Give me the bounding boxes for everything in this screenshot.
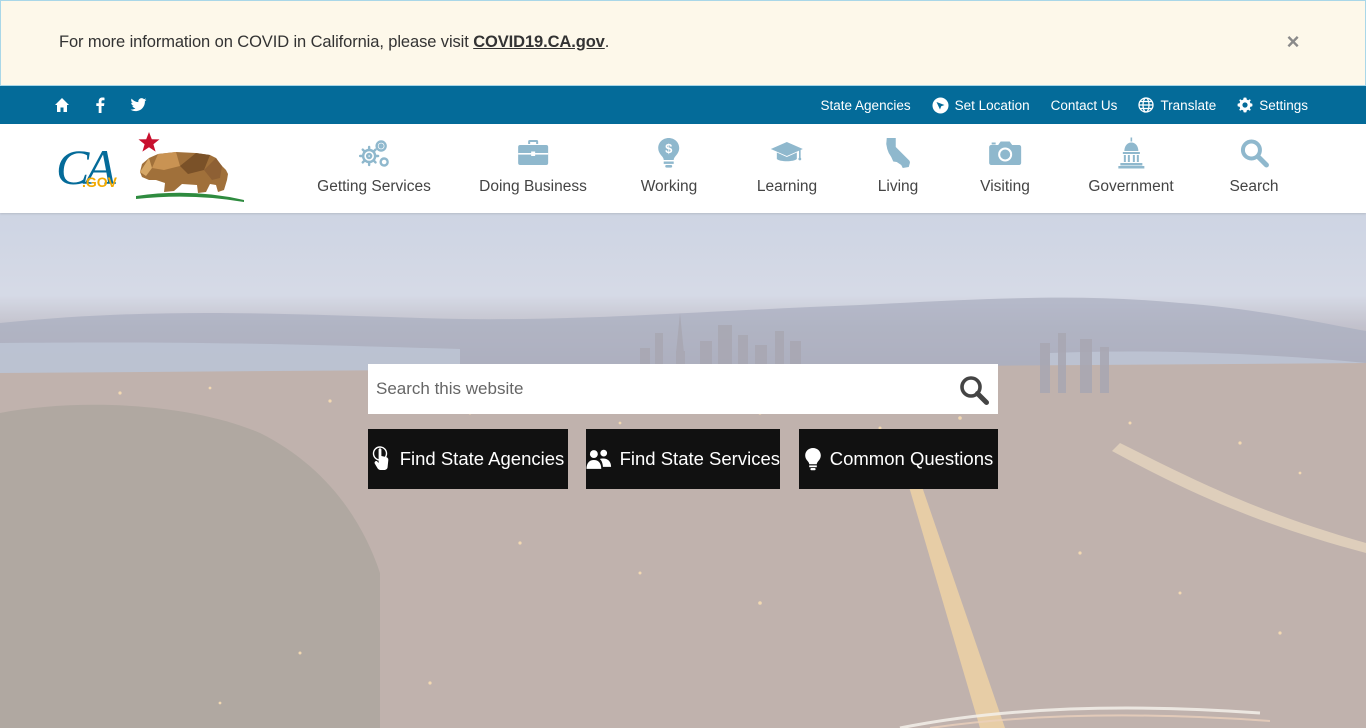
nav-label: Living: [877, 178, 919, 195]
gear-icon: [1237, 97, 1253, 113]
search-icon: [960, 376, 989, 405]
find-state-agencies-label: Find State Agencies: [399, 448, 565, 469]
main-navigation: Getting Services Doing Business $ Workin…: [0, 124, 1366, 213]
gears-icon: [357, 137, 391, 169]
nav-learning[interactable]: Learning: [757, 124, 817, 213]
common-questions-label: Common Questions: [829, 448, 994, 469]
site-search-bar: [368, 364, 998, 414]
translate-label: Translate: [1160, 97, 1217, 113]
globe-icon: [1138, 97, 1155, 113]
find-state-services-button[interactable]: Find State Services: [586, 429, 780, 489]
nav-label: Government: [1088, 178, 1174, 195]
close-alert-button[interactable]: ×: [1283, 31, 1303, 53]
covid-link[interactable]: COVID19.CA.gov: [473, 33, 605, 51]
nav-government[interactable]: Government: [1088, 124, 1174, 213]
people-icon: [586, 449, 612, 469]
nav-doing-business[interactable]: Doing Business: [479, 124, 587, 213]
nav-label: Learning: [756, 178, 818, 195]
graduation-cap-icon: [770, 137, 804, 169]
nav-working[interactable]: $ Working: [640, 124, 698, 213]
covid-alert-banner: For more information on COVID in Califor…: [0, 0, 1366, 86]
utility-links: State Agencies Set Location Contact Us T…: [800, 86, 1308, 124]
state-agencies-label: State Agencies: [820, 97, 911, 113]
nav-visiting[interactable]: Visiting: [980, 124, 1030, 213]
facebook-icon[interactable]: [90, 95, 110, 115]
search-submit-button[interactable]: [958, 374, 990, 406]
nav-label: Doing Business: [479, 178, 587, 195]
alert-message: For more information on COVID in Califor…: [59, 33, 609, 52]
nav-getting-services[interactable]: Getting Services: [317, 124, 431, 213]
alert-text: For more information on COVID in Califor…: [59, 33, 474, 51]
svg-text:$: $: [665, 141, 673, 156]
briefcase-icon: [516, 137, 550, 169]
common-questions-button[interactable]: Common Questions: [799, 429, 998, 489]
site-header: CA .GOV Getting Services Doing Business …: [0, 124, 1366, 213]
site-search-input[interactable]: [368, 364, 938, 414]
settings-link[interactable]: Settings: [1237, 97, 1308, 113]
find-state-agencies-button[interactable]: Find State Agencies: [368, 429, 568, 489]
camera-icon: [988, 137, 1022, 169]
lightbulb-icon: [804, 448, 821, 471]
contact-us-link[interactable]: Contact Us: [1051, 98, 1118, 113]
pointer-hand-icon: [372, 446, 389, 470]
nav-label: Visiting: [980, 178, 1030, 195]
home-icon[interactable]: [52, 95, 72, 115]
utility-bar: State Agencies Set Location Contact Us T…: [0, 86, 1366, 124]
contact-us-label: Contact Us: [1050, 97, 1118, 113]
lightbulb-dollar-icon: $: [652, 137, 686, 169]
find-state-services-label: Find State Services: [619, 448, 780, 469]
nav-label: Search: [1229, 178, 1279, 195]
twitter-icon[interactable]: [128, 95, 148, 115]
nav-living[interactable]: Living: [877, 124, 919, 213]
capitol-building-icon: [1114, 137, 1148, 169]
location-icon: [932, 97, 949, 113]
california-state-icon: [881, 137, 915, 169]
state-agencies-link[interactable]: State Agencies: [821, 98, 911, 113]
set-location-link[interactable]: Set Location: [932, 97, 1030, 114]
nav-label: Getting Services: [317, 178, 431, 195]
settings-label: Settings: [1259, 97, 1308, 113]
alert-suffix: .: [604, 33, 610, 51]
nav-label: Working: [640, 178, 698, 195]
set-location-label: Set Location: [954, 97, 1030, 113]
hero-section: Find State Agencies Find State Services …: [0, 213, 1366, 728]
social-links: [52, 86, 166, 124]
search-icon: [1237, 137, 1271, 169]
nav-search[interactable]: Search: [1229, 124, 1279, 213]
translate-link[interactable]: Translate: [1138, 97, 1216, 113]
